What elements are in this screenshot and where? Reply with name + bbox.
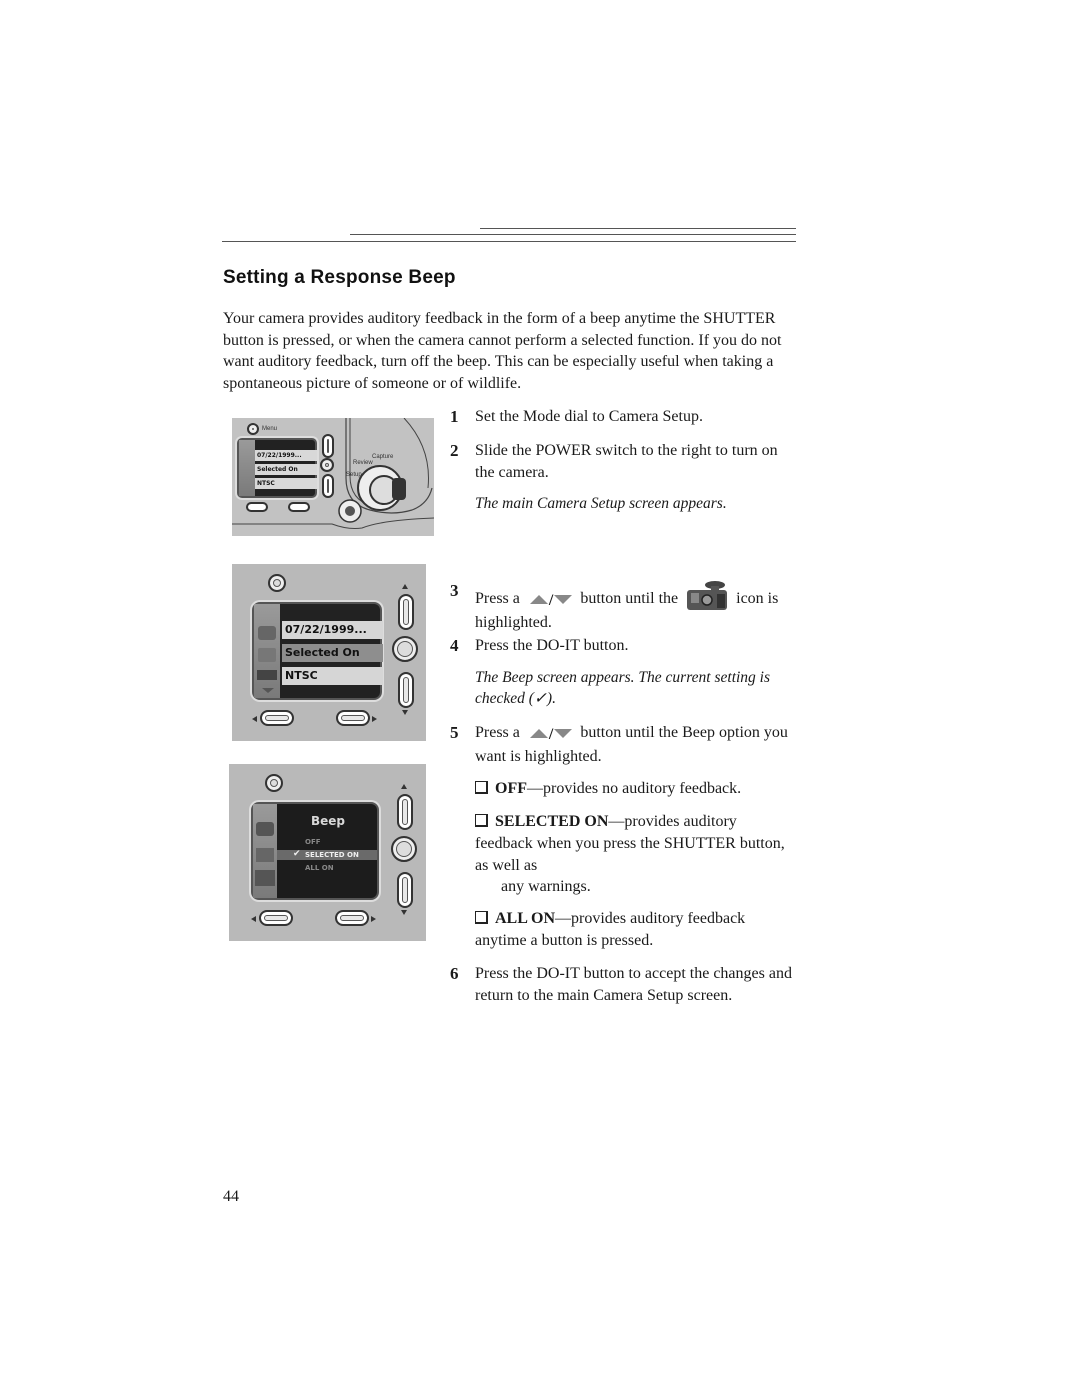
step-number: 3 (450, 581, 459, 600)
step-text: Slide the POWER switch to the right to t… (475, 442, 778, 481)
step-number: 2 (450, 441, 459, 460)
right-button[interactable] (335, 910, 369, 926)
setup-row-beep-highlighted[interactable]: Selected On (282, 644, 383, 662)
left-button[interactable] (259, 910, 293, 926)
step-number: 6 (450, 964, 459, 983)
option-label: OFF (495, 780, 527, 797)
step-text: Set the Mode dial to Camera Setup. (475, 408, 703, 425)
do-it-button[interactable] (391, 836, 417, 862)
menu-button[interactable] (247, 423, 259, 435)
beep-option-off[interactable]: OFF (305, 838, 321, 846)
setup-screen-figure: 07/22/1999... Selected On NTSC (232, 564, 426, 741)
lcd-row: NTSC (255, 478, 317, 489)
right-button[interactable] (288, 502, 310, 512)
up-arrow-icon (402, 584, 408, 589)
option-desc: —provides no auditory feedback. (527, 780, 742, 797)
up-down-arrows-icon: / (529, 590, 573, 612)
dial-label-setup: Setup (346, 472, 362, 478)
page-number: 44 (223, 1188, 239, 1205)
left-arrow-icon (252, 716, 257, 722)
up-arrow-icon (401, 784, 407, 789)
header-rule-mid (350, 234, 796, 235)
step-3: 3 Press a / button until the icon is hig… (450, 580, 800, 631)
lcd-icon-column (254, 604, 280, 698)
right-button[interactable] (336, 710, 370, 726)
down-arrow-icon (401, 910, 407, 915)
menu-button[interactable] (268, 574, 286, 592)
lcd-row: 07/22/1999... (255, 450, 317, 461)
lcd-icon-column (253, 804, 277, 898)
dial-label-review: Review (353, 460, 373, 466)
right-arrow-icon (372, 716, 377, 722)
camera-back-figure: Menu 07/22/1999... Selected On NTSC Capt… (232, 418, 434, 536)
lcd-icon-column (239, 440, 255, 496)
beep-option-all-on[interactable]: ALL ON (305, 864, 334, 872)
option-off: OFF—provides no auditory feedback. (475, 778, 795, 800)
right-arrow-icon (371, 916, 376, 922)
step-number: 1 (450, 407, 459, 426)
down-button[interactable] (397, 872, 413, 908)
down-button[interactable] (398, 672, 414, 708)
setup-lcd: 07/22/1999... Selected On NTSC (252, 602, 383, 700)
left-arrow-icon (251, 916, 256, 922)
step-number: 5 (450, 723, 459, 742)
camera-back-lcd: 07/22/1999... Selected On NTSC (237, 438, 317, 498)
camera-icon (258, 648, 276, 662)
setup-row-video[interactable]: NTSC (282, 667, 383, 685)
do-it-button[interactable] (392, 636, 418, 662)
down-button[interactable] (322, 474, 334, 498)
intro-paragraph: Your camera provides auditory feedback i… (223, 310, 782, 392)
step-text: Press a (475, 590, 520, 607)
up-down-arrows-icon: / (529, 724, 573, 746)
left-button[interactable] (246, 502, 268, 512)
up-button[interactable] (322, 434, 334, 458)
checkbox-icon (475, 911, 488, 924)
menu-button[interactable] (265, 774, 283, 792)
camera-icon (256, 848, 274, 862)
video-icon (255, 870, 275, 886)
check-icon: ✔ (293, 849, 301, 859)
option-all-on: ALL ON—provides auditory feedback anytim… (475, 908, 795, 952)
option-selected-on-cont: any warnings. (501, 876, 821, 898)
scroll-down-icon (262, 688, 274, 693)
clock-icon (258, 626, 276, 640)
step-text: button until the Beep option you want is… (475, 724, 788, 765)
lcd-row: Selected On (255, 464, 317, 475)
beep-option-selected-on[interactable]: SELECTED ON (305, 851, 359, 859)
step-text: Press a (475, 724, 520, 741)
clock-icon (256, 822, 274, 836)
beep-screen-figure: Beep OFF ✔ SELECTED ON ALL ON (229, 764, 426, 941)
video-icon (257, 670, 277, 680)
step-4-note: The Beep screen appears. The current set… (475, 669, 771, 707)
option-label: SELECTED ON (495, 813, 609, 830)
step-text: Press the DO-IT button to accept the cha… (475, 965, 792, 1004)
step-5: 5 Press a / button until the Beep option… (450, 722, 800, 770)
dial-label-capture: Capture (372, 454, 394, 460)
header-rule-short (480, 228, 796, 229)
down-arrow-icon (402, 710, 408, 715)
step-number: 4 (450, 636, 459, 655)
beep-heading: Beep (311, 814, 346, 828)
option-desc-cont: any warnings. (501, 878, 591, 895)
option-label: ALL ON (495, 910, 556, 927)
up-button[interactable] (398, 594, 414, 630)
checkbox-icon (475, 781, 488, 794)
option-selected-on: SELECTED ON—provides auditory feedback w… (475, 811, 795, 877)
menu-label: Menu (262, 426, 278, 432)
step-text: button until the (580, 590, 679, 607)
step-text: Press the DO-IT button. (475, 637, 629, 654)
setup-row-date[interactable]: 07/22/1999... (282, 621, 383, 639)
do-it-button[interactable] (320, 458, 334, 472)
page-title: Setting a Response Beep (223, 267, 456, 288)
step-2-note: The main Camera Setup screen appears. (475, 495, 727, 512)
checkbox-icon (475, 814, 488, 827)
beep-lcd: Beep OFF ✔ SELECTED ON ALL ON (251, 802, 379, 900)
left-button[interactable] (260, 710, 294, 726)
camera-setup-icon (685, 580, 729, 612)
up-button[interactable] (397, 794, 413, 830)
header-rule-long (222, 241, 796, 242)
